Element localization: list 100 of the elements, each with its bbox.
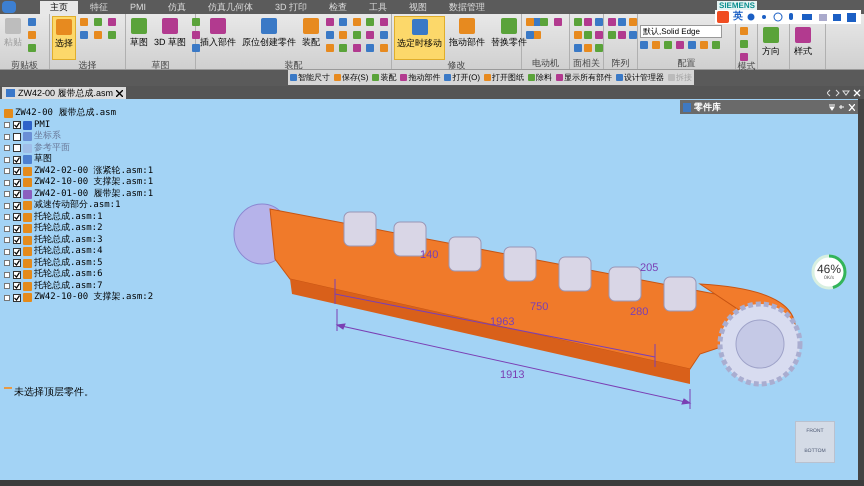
checkbox[interactable] bbox=[13, 202, 21, 210]
assembly-icon bbox=[6, 89, 15, 97]
tree-item-label[interactable]: 托轮总成.asm:4 bbox=[34, 246, 103, 258]
dimension-label: 750 bbox=[530, 301, 548, 313]
ribbon-tab[interactable]: 工具 bbox=[359, 1, 398, 14]
tree-item-label[interactable]: 托轮总成.asm:6 bbox=[34, 269, 103, 280]
ribbon-button[interactable]: 样式 bbox=[792, 25, 814, 59]
tool-icon bbox=[795, 27, 811, 43]
configuration-dropdown[interactable]: 默认,Solid Edge bbox=[640, 25, 722, 38]
close-icon[interactable] bbox=[116, 90, 124, 96]
ribbon-tab[interactable]: 仿真几何体 bbox=[198, 1, 264, 14]
ribbon-button[interactable]: 拖动部件 bbox=[447, 16, 487, 60]
tool-icon bbox=[261, 18, 277, 34]
checkbox[interactable] bbox=[13, 167, 21, 176]
group-label: 选择 bbox=[78, 60, 96, 70]
tree-item-label[interactable]: ZW42-10-00 支撑架.asm:1 bbox=[34, 177, 154, 188]
toolbar-button[interactable]: 打开图纸 bbox=[484, 72, 524, 82]
ribbon-tab[interactable]: 数据管理 bbox=[439, 1, 496, 14]
tree-item-label[interactable]: 托轮总成.asm:2 bbox=[34, 223, 103, 234]
tool-icon bbox=[303, 18, 319, 34]
tree-item-label[interactable]: 草图 bbox=[34, 154, 52, 166]
ribbon-button[interactable]: 插入部件 bbox=[198, 16, 238, 60]
dimension-label: 205 bbox=[640, 262, 658, 274]
checkbox[interactable] bbox=[13, 270, 21, 279]
group-label: 模式 bbox=[738, 61, 756, 71]
tree-item-label[interactable]: 托轮总成.asm:3 bbox=[34, 234, 103, 246]
toolbar-button[interactable]: 装配 bbox=[372, 72, 396, 82]
tool-icon bbox=[131, 18, 147, 34]
tool-icon bbox=[412, 19, 428, 35]
tool-icon bbox=[459, 18, 475, 34]
group-label: 装配 bbox=[284, 60, 302, 70]
ribbon-tab[interactable]: 特征 bbox=[80, 1, 118, 14]
status-marker bbox=[4, 387, 12, 389]
panel-title: 零件库 bbox=[694, 102, 721, 112]
checkbox[interactable] bbox=[13, 248, 21, 256]
checkbox[interactable] bbox=[13, 224, 21, 233]
checkbox[interactable] bbox=[13, 156, 21, 164]
tree-item-label[interactable]: 托轮总成.asm:7 bbox=[34, 280, 103, 292]
ribbon-tab[interactable]: 3D 打印 bbox=[265, 1, 318, 14]
toolbar-button[interactable]: 拖动部件 bbox=[400, 72, 440, 82]
ribbon-tab[interactable]: 检查 bbox=[319, 1, 358, 14]
checkbox[interactable] bbox=[13, 282, 21, 290]
ribbon-button[interactable]: 选定时移动 bbox=[394, 16, 445, 60]
dimension-label: 1963 bbox=[490, 316, 514, 328]
ribbon-button[interactable]: 原位创建零件 bbox=[240, 16, 298, 60]
checkbox[interactable] bbox=[13, 236, 21, 244]
tool-icon bbox=[501, 18, 517, 34]
ribbon-button[interactable]: 装配 bbox=[300, 16, 322, 60]
percent-reading: 46% bbox=[816, 263, 842, 275]
checkbox[interactable] bbox=[13, 213, 21, 222]
ribbon-button[interactable]: 替换零件 bbox=[489, 16, 529, 60]
toolbar-button[interactable]: 打开(O) bbox=[444, 72, 480, 82]
tool-icon bbox=[162, 18, 178, 34]
group-label: 电动机 bbox=[532, 58, 559, 68]
tree-item-label[interactable]: ZW42-00 履带总成.asm bbox=[15, 108, 116, 120]
checkbox[interactable] bbox=[13, 121, 21, 130]
group-label: 阵列 bbox=[612, 58, 630, 68]
checkbox[interactable] bbox=[13, 178, 21, 187]
group-label: 修改 bbox=[448, 60, 466, 70]
ribbon-tab[interactable]: PMI bbox=[120, 1, 156, 14]
group-label: 面相关 bbox=[573, 58, 600, 68]
checkbox[interactable] bbox=[13, 190, 21, 198]
brand-label: SIEMENS bbox=[717, 1, 758, 10]
tree-item-label[interactable]: PMI bbox=[34, 120, 50, 131]
ime-tools-icon[interactable] bbox=[747, 12, 857, 22]
checkbox[interactable] bbox=[13, 144, 21, 152]
toolbar-button[interactable]: 智能尺寸 bbox=[290, 72, 330, 82]
toolbar-button[interactable]: 除料 bbox=[528, 72, 552, 82]
ribbon-button[interactable]: 选择 bbox=[52, 16, 76, 60]
toolbar-button[interactable]: 保存(S) bbox=[334, 72, 368, 82]
document-tab[interactable]: ZW42-00 履带总成.asm bbox=[2, 87, 126, 99]
ribbon-button[interactable]: 草图 bbox=[128, 16, 150, 60]
tool-icon bbox=[210, 18, 226, 34]
status-message: 未选择顶层零件。 bbox=[14, 387, 94, 399]
model-viewport[interactable] bbox=[0, 99, 864, 480]
ime-mode-toggle[interactable]: 英 bbox=[733, 11, 743, 23]
panel-controls-icon[interactable] bbox=[829, 104, 855, 110]
checkbox[interactable] bbox=[13, 132, 21, 141]
tree-item-label[interactable]: ZW42-01-00 履带架.asm:1 bbox=[34, 188, 154, 200]
tree-item-label[interactable]: 托轮总成.asm:5 bbox=[34, 258, 103, 269]
toolbar-button[interactable]: 设计管理器 bbox=[616, 72, 664, 82]
tree-item-label[interactable]: ZW42-02-00 涨紧轮.asm:1 bbox=[34, 166, 154, 177]
tree-item-label[interactable]: ZW42-10-00 支撑架.asm:2 bbox=[34, 292, 154, 304]
track-frame-model-drawing[interactable] bbox=[234, 204, 802, 386]
library-icon bbox=[683, 102, 691, 112]
checkbox[interactable] bbox=[13, 259, 21, 268]
ribbon-tab[interactable]: 视图 bbox=[399, 1, 438, 14]
ribbon-button[interactable]: 方向 bbox=[760, 25, 782, 59]
ime-logo-icon[interactable] bbox=[717, 11, 729, 23]
tree-item-label[interactable]: 托轮总成.asm:1 bbox=[34, 212, 103, 223]
window-controls-icon[interactable] bbox=[827, 89, 861, 97]
app-logo-icon[interactable] bbox=[2, 1, 16, 13]
checkbox[interactable] bbox=[13, 294, 21, 302]
tool-icon bbox=[56, 19, 72, 35]
ribbon-button[interactable]: 3D 草图 bbox=[152, 16, 188, 60]
ribbon-tab[interactable]: 主页 bbox=[40, 1, 78, 14]
tree-item-label[interactable]: 减速传动部分.asm:1 bbox=[34, 200, 121, 212]
tool-icon bbox=[763, 27, 779, 43]
toolbar-button[interactable]: 显示所有部件 bbox=[556, 72, 612, 82]
ribbon-tab[interactable]: 仿真 bbox=[158, 1, 196, 14]
